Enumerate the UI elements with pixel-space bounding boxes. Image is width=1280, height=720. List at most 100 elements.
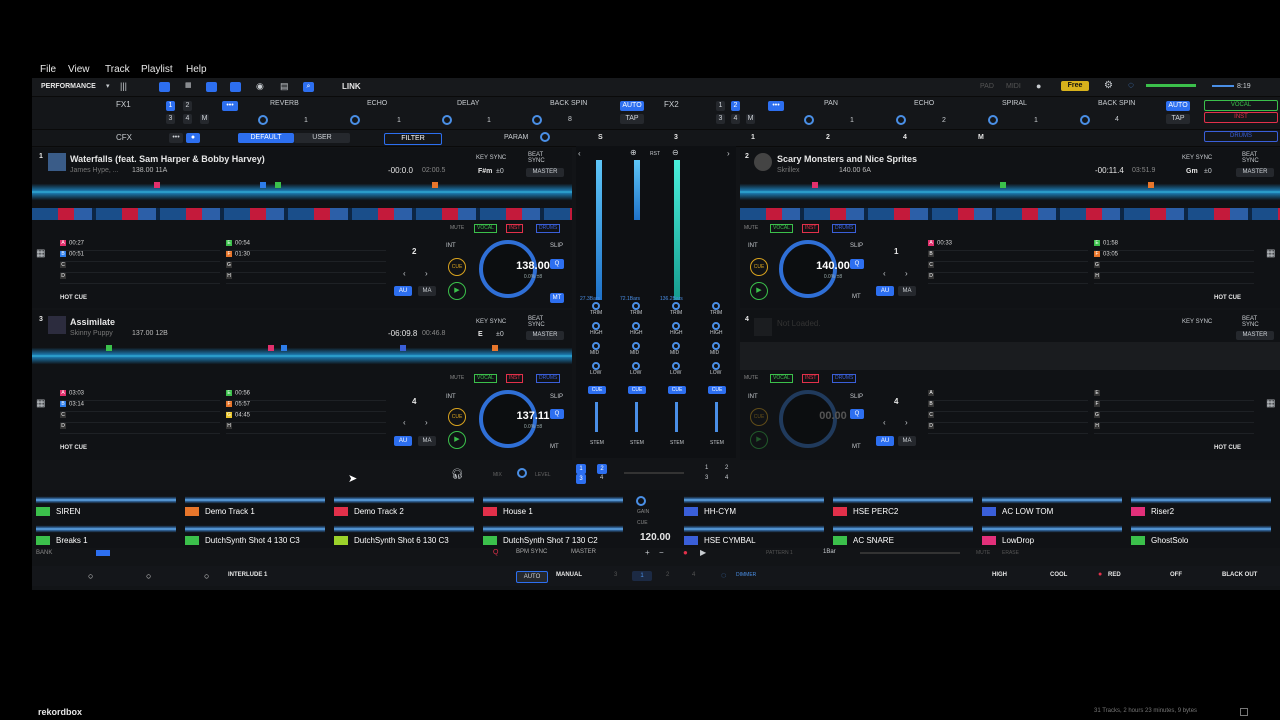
deck-4-slip[interactable]: SLIP — [850, 394, 863, 400]
deck-3-hot-cue-g[interactable]: G 04:45 — [226, 412, 386, 423]
deck-3-vocal[interactable]: VOCAL — [474, 374, 497, 383]
deck-3-key-sync[interactable]: KEY SYNC — [476, 319, 506, 325]
deck-4-hot-cue-h[interactable]: H — [1094, 423, 1254, 434]
deck-2-play-button[interactable]: ▶ — [750, 282, 768, 300]
fx2-effect-3[interactable]: SPIRAL — [1002, 100, 1027, 107]
ch4-fader[interactable] — [715, 402, 718, 432]
deck-2-prev-icon[interactable]: ‹ — [883, 269, 886, 278]
deck-4-q[interactable]: Q — [850, 409, 864, 419]
layout-toggle-icon[interactable] — [1240, 708, 1248, 716]
deck-1-ma[interactable]: MA — [418, 286, 436, 296]
fx2-auto-button[interactable]: AUTO — [1166, 101, 1190, 111]
fx1-effect-3[interactable]: DELAY — [457, 100, 479, 107]
deck-2-slip[interactable]: SLIP — [850, 243, 863, 249]
ch3-fader[interactable] — [675, 402, 678, 432]
pattern-select[interactable]: PATTERN 1 — [766, 550, 793, 556]
layout-button-1[interactable] — [159, 82, 170, 92]
grid-icon[interactable]: ▦ — [185, 81, 192, 89]
deck-2-hot-cue-d[interactable]: D — [928, 273, 1088, 284]
sequence-erase[interactable]: ERASE — [1002, 550, 1019, 556]
stem-vocal-button[interactable]: VOCAL — [1204, 100, 1278, 111]
deck-2-key-sync[interactable]: KEY SYNC — [1182, 155, 1212, 161]
deck-3-play-button[interactable]: ▶ — [448, 431, 466, 449]
layout-button-2[interactable] — [206, 82, 217, 92]
ch1-fader[interactable] — [595, 402, 598, 432]
mixer-rst[interactable]: RST — [650, 151, 660, 157]
mode-select[interactable]: PERFORMANCE — [41, 83, 96, 90]
sampler-slot-play-icon[interactable] — [1131, 507, 1145, 516]
fx2-knob-1[interactable] — [804, 115, 814, 125]
deck-2-mt[interactable]: MT — [852, 294, 861, 300]
sampler-slot-play-icon[interactable] — [483, 507, 497, 516]
sampler-slot[interactable]: Demo Track 2 — [334, 492, 474, 518]
deck-2-ma[interactable]: MA — [898, 286, 916, 296]
deck-2-master[interactable]: MASTER — [1236, 168, 1274, 177]
menu-view[interactable]: View — [68, 64, 90, 75]
sampler-slot[interactable]: SIREN — [36, 492, 176, 518]
ch2-low-knob[interactable] — [632, 362, 640, 370]
deck-1-mute[interactable]: MUTE — [450, 225, 464, 231]
deck-1-key-sync[interactable]: KEY SYNC — [476, 155, 506, 161]
fx2-knob-3[interactable] — [988, 115, 998, 125]
deck-3-hot-cue-f[interactable]: F 05:57 — [226, 401, 386, 412]
deck-2-hot-cue-e[interactable]: E 01:58 — [1094, 240, 1254, 251]
sampler-slot[interactable]: HSE CYMBAL — [684, 521, 824, 547]
deck-1-cue-button[interactable]: CUE — [448, 258, 466, 276]
xf-b-4[interactable]: 4 — [725, 475, 728, 481]
ch1-stem[interactable]: STEM — [590, 440, 604, 446]
deck-4-au[interactable]: AU — [876, 436, 894, 446]
deck-2-mute[interactable]: MUTE — [744, 225, 758, 231]
sampler-slot-play-icon[interactable] — [483, 536, 497, 545]
ch2-mid-knob[interactable] — [632, 342, 640, 350]
sampler-slot-play-icon[interactable] — [982, 507, 996, 516]
deck-3-hot-cue-d[interactable]: D — [60, 423, 220, 434]
deck-4-ma[interactable]: MA — [898, 436, 916, 446]
fx1-deck-4[interactable]: 4 — [183, 114, 192, 124]
deck-1-mt[interactable]: MT — [550, 293, 564, 303]
deck-3-hot-cue-h[interactable]: H — [226, 423, 386, 434]
fx1-knob-4[interactable] — [532, 115, 542, 125]
ch2-cue-button[interactable]: CUE — [628, 386, 646, 394]
fx2-effect-4[interactable]: BACK SPIN — [1098, 100, 1135, 107]
deck-3-hot-cue-select[interactable]: HOT CUE — [60, 445, 87, 451]
sampler-slot[interactable]: House 1 — [483, 492, 623, 518]
menu-playlist[interactable]: Playlist — [141, 64, 173, 75]
ch1-high-knob[interactable] — [592, 322, 600, 330]
ch1-mid-knob[interactable] — [592, 342, 600, 350]
deck-1-prev-icon[interactable]: ‹ — [403, 269, 406, 278]
ch2-high-knob[interactable] — [632, 322, 640, 330]
sampler-slot-play-icon[interactable] — [684, 507, 698, 516]
deck-4-jog-wheel[interactable]: 00.00 — [779, 390, 847, 448]
headphone-mix-knob[interactable] — [517, 468, 527, 478]
deck-2-hot-cue-select[interactable]: HOT CUE — [1214, 295, 1241, 301]
power-icon[interactable]: ◌ — [1128, 80, 1134, 91]
cfx-param-knob[interactable] — [540, 132, 550, 142]
xf-assign-4[interactable]: 4 — [600, 475, 603, 481]
fx1-auto-button[interactable]: AUTO — [620, 101, 644, 111]
stem-inst-button[interactable]: INST — [1204, 112, 1278, 123]
deck-3-drums[interactable]: DRUMS — [536, 374, 561, 383]
sampler-slot[interactable]: DutchSynth Shot 7 130 C2 — [483, 521, 623, 547]
fx1-deck-master[interactable]: M — [200, 114, 209, 124]
sampler-bank[interactable]: BANK — [36, 550, 52, 556]
deck-1-hot-cue-d[interactable]: D — [60, 273, 220, 284]
deck-2-cue-button[interactable]: CUE — [750, 258, 768, 276]
deck-3-prev-icon[interactable]: ‹ — [403, 418, 406, 427]
deck-4-hot-cue-c[interactable]: C — [928, 412, 1088, 423]
cfx-filter-button[interactable]: FILTER — [384, 133, 442, 145]
lighting-page-4[interactable]: 4 — [692, 572, 695, 578]
ch3-mid-knob[interactable] — [672, 342, 680, 350]
deck-1-hot-cue-f[interactable]: F 01:30 — [226, 251, 386, 262]
deck-4-inst[interactable]: INST — [802, 374, 820, 383]
ch2-stem[interactable]: STEM — [630, 440, 644, 446]
sampler-slot-play-icon[interactable] — [1131, 536, 1145, 545]
deck-4-cue-button[interactable]: CUE — [750, 408, 768, 426]
fx1-tap-button[interactable]: TAP — [620, 114, 644, 124]
deck-3-inst[interactable]: INST — [506, 374, 524, 383]
ch3-high-knob[interactable] — [672, 322, 680, 330]
fx1-knob-3[interactable] — [442, 115, 452, 125]
deck-3-cue-button[interactable]: CUE — [448, 408, 466, 426]
headphones-icon[interactable]: 🎧︎ — [451, 469, 464, 480]
deck-1-hot-cue-c[interactable]: C — [60, 262, 220, 273]
deck-2-beat-sync[interactable]: BEAT SYNC — [1242, 152, 1262, 164]
